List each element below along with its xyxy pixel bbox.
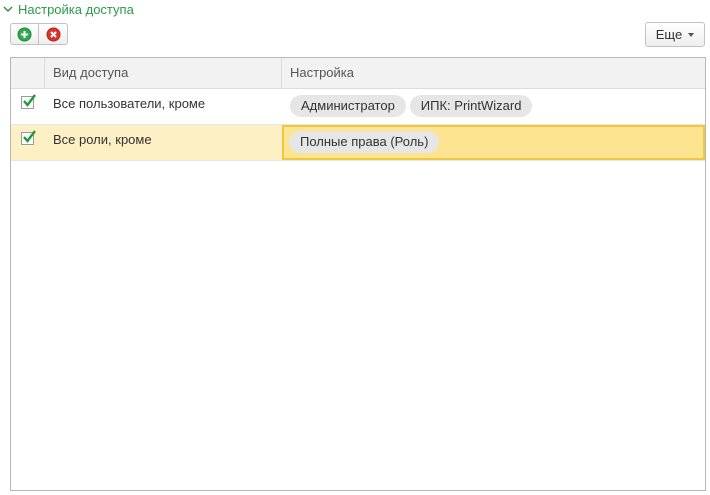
add-icon — [17, 27, 32, 41]
settings-cell[interactable]: Администратор ИПК: PrintWizard — [282, 89, 705, 124]
settings-tag[interactable]: Полные права (Роль) — [289, 131, 440, 153]
group-title: Настройка доступа — [18, 1, 134, 17]
settings-cell-active[interactable]: Полные права (Роль) — [282, 125, 705, 160]
more-button[interactable]: Еще — [645, 22, 705, 47]
add-button[interactable] — [10, 23, 39, 45]
header-settings[interactable]: Настройка — [282, 58, 705, 88]
row-checkbox[interactable] — [21, 130, 36, 145]
access-settings-group-toggle[interactable]: Настройка доступа — [3, 1, 134, 17]
delete-button[interactable] — [39, 23, 68, 45]
checkmark-icon — [23, 130, 36, 143]
more-button-label: Еще — [655, 27, 683, 42]
table-row[interactable]: Все пользователи, кроме Администратор ИП… — [11, 89, 705, 125]
row-checkbox-cell[interactable] — [11, 89, 45, 124]
row-checkbox[interactable] — [21, 94, 36, 109]
delete-icon — [46, 27, 60, 41]
header-checkbox-column[interactable] — [11, 58, 45, 88]
access-kind-cell[interactable]: Все пользователи, кроме — [45, 89, 282, 124]
settings-tag[interactable]: Администратор — [290, 95, 406, 117]
header-access-kind[interactable]: Вид доступа — [45, 58, 282, 88]
settings-tag[interactable]: ИПК: PrintWizard — [409, 95, 533, 117]
table-header: Вид доступа Настройка — [11, 58, 705, 89]
caret-down-icon — [688, 32, 695, 37]
checkmark-icon — [23, 94, 36, 107]
access-kind-cell[interactable]: Все роли, кроме — [45, 125, 282, 160]
row-checkbox-cell[interactable] — [11, 125, 45, 160]
toolbar — [10, 23, 68, 47]
table-row-selected[interactable]: Все роли, кроме Полные права (Роль) — [11, 125, 705, 161]
access-table: Вид доступа Настройка Все пользователи, … — [10, 57, 706, 491]
chevron-down-icon — [3, 5, 13, 12]
